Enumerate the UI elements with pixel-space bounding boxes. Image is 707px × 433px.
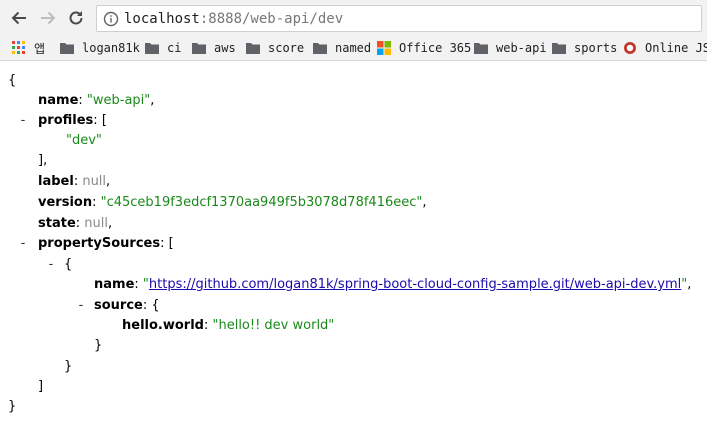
circle-logo-icon [624,42,636,54]
bookmark-ci-label: ci [167,41,182,55]
bookmark-sports-label: sports [574,41,618,55]
json-object-close: } [64,359,73,374]
json-line-source: source: { [94,296,160,316]
json-comma: , [150,93,155,108]
json-string-value: "dev" [66,133,102,148]
browser-toolbar: localhost:8888/web-api/dev [0,0,707,36]
microsoft-logo-icon [377,41,391,55]
bookmark-webapi[interactable]: web-api [473,39,547,57]
json-colon: : [134,277,143,292]
json-string-value: "c45ceb19f3edcf1370aa949f5b3078d78f416ee… [100,195,423,210]
json-key: version [38,195,93,210]
json-string-value: "web-api" [86,93,151,108]
json-key: state [38,216,76,231]
arrow-right-icon [41,11,56,25]
json-line-profile-item: "dev" [66,131,102,151]
forward-button[interactable] [38,8,58,28]
json-array-open: [ [168,236,174,251]
json-line-label: label: null, [38,172,110,192]
json-line-version: version: "c45ceb19f3edcf1370aa949f5b3078… [38,193,427,213]
apps-grid-icon [12,41,25,54]
reload-icon [69,11,83,25]
bookmark-online-json-label: Online JSON [645,41,707,55]
url-path: :8888/web-api/dev [199,11,344,27]
json-array-close: ] [38,379,44,394]
json-colon: : [75,216,85,231]
json-root-open: { [8,73,17,88]
json-colon: : [93,113,102,128]
back-button[interactable] [9,8,29,28]
url-text: localhost:8888/web-api/dev [124,10,343,28]
json-key: label [38,174,74,189]
collapse-toggle-property-sources[interactable]: - [18,234,28,254]
url-host: localhost [124,11,200,27]
bookmark-apps[interactable]: 앱 [11,39,45,57]
folder-icon [246,43,260,54]
collapse-toggle-source[interactable]: - [76,296,86,316]
collapse-toggle-source-object[interactable]: - [46,255,56,275]
json-line-hello-world: hello.world: "hello!! dev world" [122,316,334,336]
json-url-link[interactable]: https://github.com/logan81k/spring-boot-… [149,277,681,292]
browser-chrome: localhost:8888/web-api/dev 앱 logan81k ci… [0,0,707,61]
json-comma: , [106,174,111,189]
folder-icon [60,43,74,54]
json-null-value: null [82,174,107,189]
json-array-open: [ [101,113,107,128]
json-key: source [94,298,143,313]
json-comma: , [422,195,427,210]
json-line-state: state: null, [38,214,112,234]
bookmark-aws[interactable]: aws [191,39,236,57]
bookmark-logan81k-label: logan81k [82,41,140,55]
bookmark-online-json[interactable]: Online JSON [622,39,707,57]
info-icon[interactable] [103,11,119,27]
folder-icon [313,43,327,54]
json-array-close: ], [38,153,48,168]
folder-icon [474,43,488,54]
bookmark-ci[interactable]: ci [144,39,181,57]
json-comma: , [107,216,113,231]
json-key: name [38,93,79,108]
json-key: profiles [38,113,94,128]
address-bar[interactable]: localhost:8888/web-api/dev [96,5,702,32]
bookmark-score[interactable]: score [245,39,304,57]
reload-button[interactable] [66,8,86,28]
bookmark-aws-label: aws [214,41,236,55]
json-colon: : [92,195,101,210]
json-line-property-sources: propertySources: [ [38,234,174,254]
bookmark-office365[interactable]: Office 365 [376,39,471,57]
folder-icon [192,43,206,54]
bookmark-apps-label: 앱 [34,41,46,56]
json-colon: : [160,236,169,251]
bookmark-score-label: score [268,41,305,55]
bookmark-sports[interactable]: sports [551,39,617,57]
arrow-left-icon [11,11,26,25]
json-null-value: null [84,216,108,231]
bookmark-named[interactable]: named [312,39,371,57]
json-colon: : [78,93,87,108]
json-string-value: "hello!! dev world" [212,318,335,333]
folder-icon [145,43,159,54]
json-source-close: } [94,338,103,353]
json-object-open: { [151,298,160,313]
json-line-source-name: name: "https://github.com/logan81k/sprin… [94,275,691,295]
json-key: hello.world [122,318,204,333]
bookmark-logan81k[interactable]: logan81k [59,39,140,57]
json-comma: , [687,277,692,292]
json-line-name: name: "web-api", [38,91,154,111]
bookmarks-bar: 앱 logan81k ci aws score named Office 365… [0,36,707,60]
bookmark-office365-label: Office 365 [399,41,472,55]
collapse-toggle-profiles[interactable]: - [18,111,28,131]
json-line-profiles: profiles: [ [38,111,107,131]
json-root-close: } [8,399,17,414]
json-key: name [94,277,135,292]
folder-icon [552,43,566,54]
bookmark-named-label: named [335,41,372,55]
json-object-open: { [64,257,73,272]
json-key: propertySources [38,236,161,251]
bookmark-webapi-label: web-api [496,41,547,55]
json-viewer: { name: "web-api", - profiles: [ "dev" ]… [0,61,707,433]
